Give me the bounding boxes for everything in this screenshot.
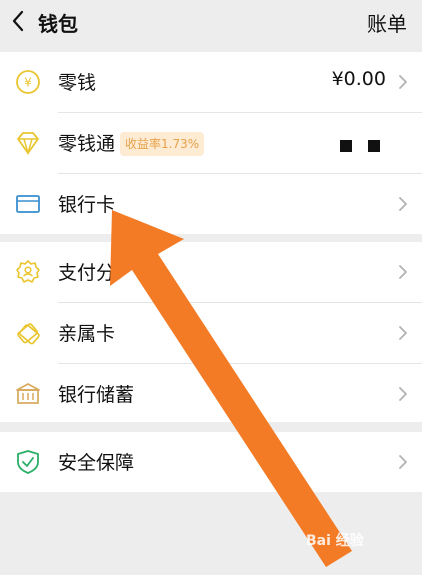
change-label: 零钱 — [58, 72, 97, 94]
bank-building-icon — [16, 383, 40, 404]
page-title: 钱包 — [38, 12, 78, 36]
bills-button[interactable]: 账单 — [367, 8, 407, 37]
security-row[interactable]: 安全保障 — [0, 432, 422, 492]
top-bar: 钱包 账单 — [0, 0, 422, 46]
pay-score-row[interactable]: 支付分 — [0, 242, 422, 302]
lingqiantong-label: 零钱通 — [58, 133, 116, 155]
bank-card-row[interactable]: 银行卡 — [0, 174, 422, 234]
change-balance: ¥0.00 — [331, 68, 386, 90]
bank-card-label: 银行卡 — [58, 194, 116, 216]
diamond-icon — [17, 132, 39, 156]
masked-balance — [340, 140, 400, 156]
shield-check-icon — [17, 450, 39, 474]
chevron-right-icon — [399, 197, 407, 211]
change-row[interactable]: ¥ 零钱 ¥0.00 — [0, 52, 422, 112]
chevron-right-icon — [399, 265, 407, 279]
baidu-watermark: Bai 经验 — [306, 533, 364, 549]
back-arrow-icon[interactable] — [10, 9, 28, 33]
chevron-right-icon — [399, 75, 407, 89]
security-label: 安全保障 — [58, 452, 135, 474]
bank-savings-label: 银行储蓄 — [58, 384, 135, 406]
yield-rate-badge: 收益率1.73% — [120, 132, 205, 156]
bank-savings-row[interactable]: 银行储蓄 — [0, 364, 422, 424]
pay-score-label: 支付分 — [58, 262, 116, 284]
chevron-right-icon — [399, 326, 407, 340]
security-group: 安全保障 — [0, 432, 422, 492]
family-card-icon — [17, 323, 40, 345]
bank-card-icon — [16, 195, 40, 213]
pay-score-icon — [16, 260, 40, 283]
family-card-label: 亲属卡 — [58, 323, 116, 345]
yuan-coin-icon: ¥ — [16, 70, 40, 94]
chevron-right-icon — [399, 387, 407, 401]
svg-text:¥: ¥ — [24, 76, 32, 90]
services-group: 支付分 亲属卡 银行储蓄 — [0, 242, 422, 422]
chevron-right-icon — [399, 455, 407, 469]
family-card-row[interactable]: 亲属卡 — [0, 303, 422, 363]
